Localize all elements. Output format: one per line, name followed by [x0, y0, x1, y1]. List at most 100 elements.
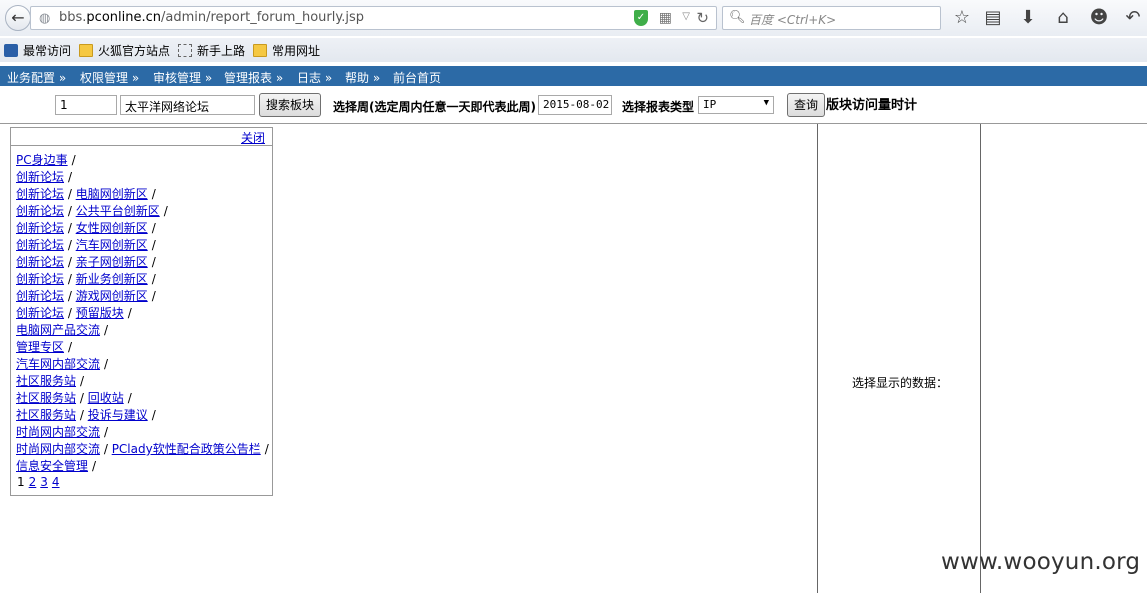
chat-icon[interactable]: ☻ — [1088, 7, 1110, 28]
report-type-label: 选择报表类型 — [622, 100, 695, 114]
bookmark-firefox-official[interactable]: 火狐官方站点 — [79, 42, 170, 58]
week-date-input[interactable]: 2015-08-02 — [538, 95, 612, 115]
forum-name-input[interactable]: 太平洋网络论坛 — [120, 95, 255, 115]
page-link[interactable]: 3 — [40, 475, 48, 489]
column-divider — [817, 124, 818, 593]
forum-parent-link[interactable]: 创新论坛 — [16, 170, 64, 184]
page-link[interactable]: 2 — [29, 475, 37, 489]
forum-child-link[interactable]: 女性网创新区 — [76, 221, 148, 235]
menu-business-config[interactable]: 业务配置 » — [7, 69, 66, 86]
forum-parent-link[interactable]: 创新论坛 — [16, 204, 64, 218]
forum-id-input[interactable]: 1 — [55, 95, 117, 115]
separator: / — [71, 153, 76, 167]
query-button[interactable]: 查询 — [787, 93, 825, 117]
dropdown-arrow-icon[interactable]: ▽ — [682, 11, 690, 22]
url-text: bbs.pconline.cn/admin/report_forum_hourl… — [59, 10, 364, 25]
forum-child-link[interactable]: 电脑网创新区 — [76, 187, 148, 201]
divider — [0, 123, 1147, 124]
bookmark-most-visited[interactable]: 最常访问 — [4, 42, 71, 58]
back-button[interactable]: ← — [5, 5, 31, 31]
forum-child-link[interactable]: 汽车网创新区 — [76, 238, 148, 252]
search-input[interactable]: 🔍︎ 百度 <Ctrl+K> — [722, 6, 941, 30]
forum-parent-link[interactable]: 社区服务站 — [16, 391, 76, 405]
list-item: 汽车网内部交流 / — [16, 356, 269, 373]
bookmark-label: 最常访问 — [23, 44, 72, 58]
menu-permission[interactable]: 权限管理 » — [80, 69, 139, 86]
menu-frontpage[interactable]: 前台首页 — [393, 69, 441, 86]
menu-help[interactable]: 帮助 » — [345, 69, 380, 86]
forum-parent-link[interactable]: PC身边事 — [16, 153, 68, 167]
forum-parent-link[interactable]: 社区服务站 — [16, 374, 76, 388]
forum-child-link[interactable]: 新业务创新区 — [76, 272, 148, 286]
separator: / — [76, 391, 88, 405]
forum-child-link[interactable]: 公共平台创新区 — [76, 204, 160, 218]
bookmark-label: 火狐官方站点 — [98, 44, 171, 58]
address-bar[interactable]: ◍ bbs.pconline.cn/admin/report_forum_hou… — [30, 6, 717, 30]
forum-child-link[interactable]: 亲子网创新区 — [76, 255, 148, 269]
reload-icon[interactable]: ↻ — [696, 9, 709, 27]
separator: / — [264, 442, 269, 456]
separator: / — [151, 221, 156, 235]
forum-parent-link[interactable]: 信息安全管理 — [16, 459, 88, 473]
forum-parent-link[interactable]: 时尚网内部交流 — [16, 442, 100, 456]
folder-icon — [253, 44, 267, 57]
close-link[interactable]: 关闭 — [241, 129, 265, 146]
forum-parent-link[interactable]: 创新论坛 — [16, 221, 64, 235]
qr-code-icon[interactable]: ▦ — [659, 10, 672, 26]
forum-parent-link[interactable]: 时尚网内部交流 — [16, 425, 100, 439]
separator: / — [68, 340, 73, 354]
menu-log[interactable]: 日志 » — [297, 69, 332, 86]
report-type-select[interactable]: IP ▼ — [698, 96, 774, 114]
separator: / — [151, 187, 156, 201]
separator: / — [127, 306, 132, 320]
search-forum-button[interactable]: 搜索板块 — [259, 93, 321, 117]
column-divider — [980, 124, 981, 593]
url-prefix: bbs. — [59, 10, 87, 25]
forum-parent-link[interactable]: 电脑网产品交流 — [16, 323, 100, 337]
forum-parent-link[interactable]: 创新论坛 — [16, 255, 64, 269]
bookmark-common-sites[interactable]: 常用网址 — [253, 42, 320, 58]
watermark: www.wooyun.org — [941, 549, 1141, 575]
separator: / — [104, 323, 109, 337]
dashed-box-icon — [178, 44, 192, 57]
menu-review[interactable]: 审核管理 » — [153, 69, 212, 86]
list-item: 社区服务站 / — [16, 373, 269, 390]
forum-child-link[interactable]: 游戏网创新区 — [76, 289, 148, 303]
page-link[interactable]: 4 — [52, 475, 60, 489]
page-title: 版块访问量时计 — [826, 98, 918, 113]
forum-parent-link[interactable]: 创新论坛 — [16, 272, 64, 286]
chevron-down-icon: ▼ — [763, 98, 769, 108]
list-item: PC身边事 / — [16, 152, 269, 169]
home-icon[interactable]: ⌂ — [1052, 7, 1074, 28]
separator: / — [151, 255, 156, 269]
separator: / — [64, 289, 76, 303]
separator: / — [64, 238, 76, 252]
star-icon[interactable]: ☆ — [951, 7, 973, 28]
forum-child-link[interactable]: 预留版块 — [76, 306, 124, 320]
week-label: 选择周(选定周内任意一天即代表此周) — [333, 100, 536, 114]
forum-parent-link[interactable]: 创新论坛 — [16, 289, 64, 303]
separator: / — [151, 238, 156, 252]
folder-icon — [79, 44, 93, 57]
separator: / — [76, 408, 88, 422]
forum-child-link[interactable]: 投诉与建议 — [88, 408, 148, 422]
separator: / — [64, 272, 76, 286]
list-item: 时尚网内部交流 / — [16, 424, 269, 441]
clipboard-icon[interactable]: ▤ — [982, 7, 1004, 28]
forum-child-link[interactable]: PClady软性配合政策公告栏 — [112, 442, 261, 456]
bookmark-getting-started[interactable]: 新手上路 — [178, 42, 245, 58]
shield-icon[interactable]: ✓ — [634, 10, 648, 26]
forum-parent-link[interactable]: 创新论坛 — [16, 306, 64, 320]
menu-reports[interactable]: 管理报表 » — [224, 69, 283, 86]
bookmark-label: 常用网址 — [272, 44, 321, 58]
undo-icon[interactable]: ↶ — [1122, 7, 1144, 28]
forum-parent-link[interactable]: 管理专区 — [16, 340, 64, 354]
forum-parent-link[interactable]: 创新论坛 — [16, 187, 64, 201]
separator: / — [100, 442, 112, 456]
list-item: 创新论坛 / — [16, 169, 269, 186]
forum-parent-link[interactable]: 汽车网内部交流 — [16, 357, 100, 371]
forum-parent-link[interactable]: 社区服务站 — [16, 408, 76, 422]
forum-child-link[interactable]: 回收站 — [88, 391, 124, 405]
forum-parent-link[interactable]: 创新论坛 — [16, 238, 64, 252]
download-icon[interactable]: ⬇ — [1017, 7, 1039, 28]
